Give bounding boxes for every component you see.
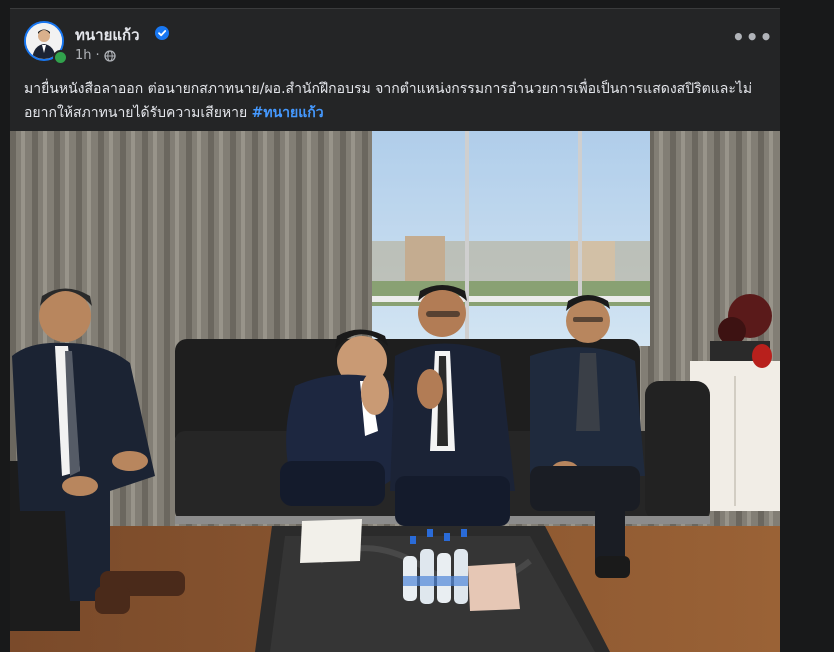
post-text: มายื่นหนังสือลาออก ต่อนายกสภาทนาย/ผอ.สำน… <box>24 77 769 125</box>
photo-scene <box>10 131 780 652</box>
verified-badge-icon <box>155 26 169 40</box>
top-edge <box>0 0 834 8</box>
post-meta: 1h · <box>75 48 116 63</box>
more-options-button[interactable]: ••• <box>732 27 772 49</box>
post-body-text: มายื่นหนังสือลาออก ต่อนายกสภาทนาย/ผอ.สำน… <box>24 81 753 121</box>
facebook-post-card: ทนายแก้ว 1h · ••• มายื่นหนังสือลาออก ต่อ… <box>10 8 780 652</box>
globe-icon[interactable] <box>104 49 116 62</box>
author-name[interactable]: ทนายแก้ว <box>75 23 140 47</box>
post-photo[interactable] <box>10 131 780 652</box>
meta-separator: · <box>95 48 100 63</box>
post-timestamp[interactable]: 1h <box>75 48 92 63</box>
online-status-dot <box>53 50 68 65</box>
post-header: ทนายแก้ว 1h · ••• <box>10 9 780 71</box>
hashtag-link[interactable]: #ทนายแก้ว <box>252 105 324 121</box>
